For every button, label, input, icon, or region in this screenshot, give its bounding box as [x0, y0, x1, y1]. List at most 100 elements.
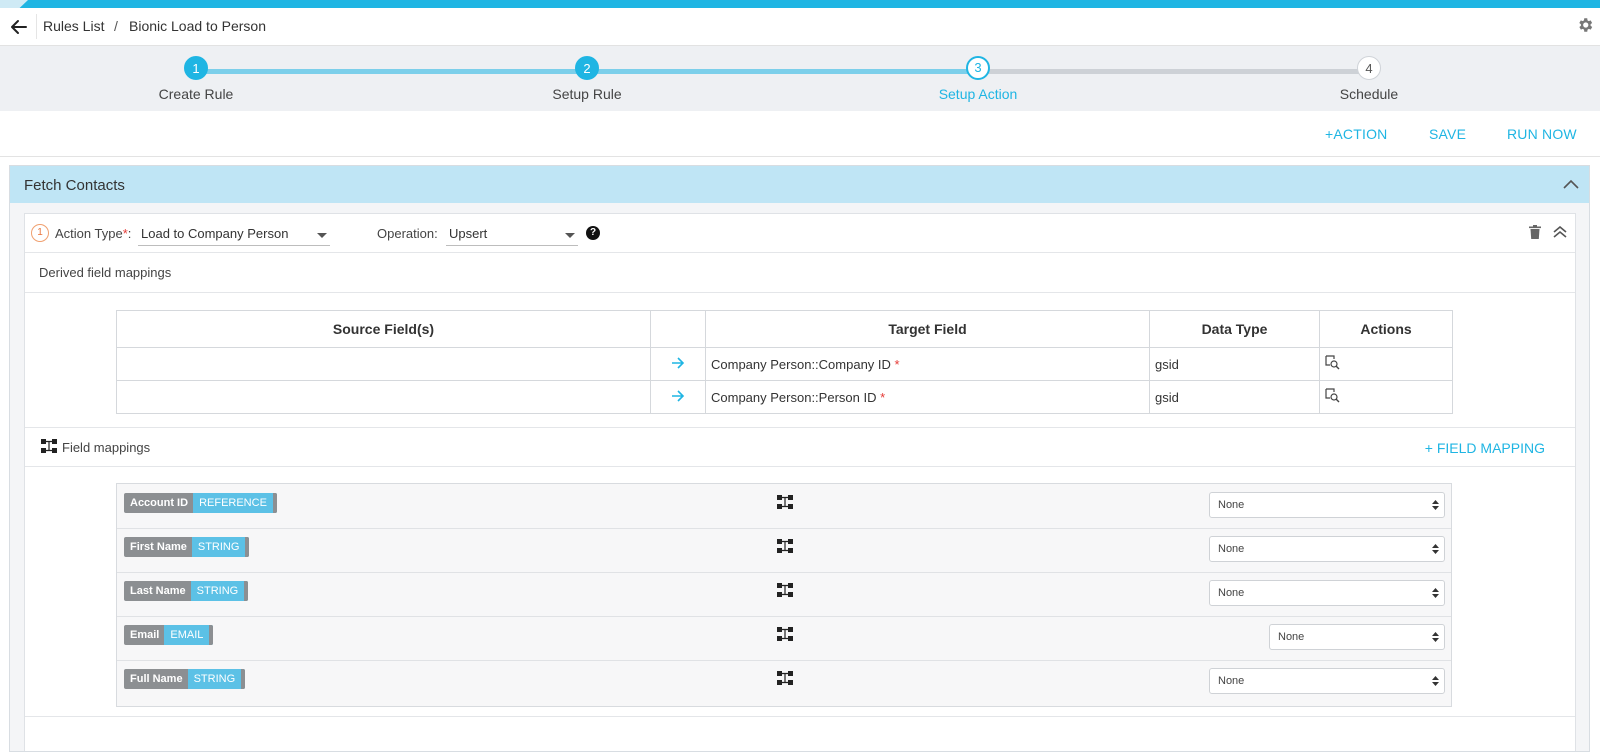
field-chip: Email EMAIL: [124, 625, 214, 645]
field-mapping-icon: [777, 671, 793, 685]
list-item: First Name STRING None: [117, 528, 1451, 573]
source-cell[interactable]: [116, 347, 651, 381]
updown-arrows-icon: [1432, 544, 1439, 554]
arrow-cell: [650, 380, 706, 414]
actions-cell: [1319, 347, 1453, 381]
double-chevron-up-icon[interactable]: [1553, 226, 1567, 238]
view-details-icon[interactable]: [1325, 388, 1340, 403]
updown-arrows-icon: [1432, 500, 1439, 510]
arrow-right-icon: [672, 356, 685, 369]
action-index-badge: 1: [31, 224, 49, 242]
breadcrumb-separator: /: [114, 18, 118, 34]
field-name: Account ID: [130, 497, 189, 509]
target-cell: Company Person::Person ID *: [705, 380, 1150, 414]
step-setup-action[interactable]: 3 Setup Action: [898, 56, 1058, 102]
operation-select[interactable]: Upsert: [446, 223, 578, 246]
field-name: First Name: [130, 541, 187, 553]
field-chip: First Name STRING: [124, 537, 250, 557]
target-field-select[interactable]: None: [1209, 492, 1445, 518]
wizard-stepper: 1 Create Rule 2 Setup Rule 3 Setup Actio…: [0, 46, 1600, 111]
table-row: Company Person::Person ID * gsid: [116, 380, 1453, 414]
crumb-divider: [36, 14, 37, 39]
add-field-mapping-button[interactable]: + FIELD MAPPING: [1425, 440, 1545, 456]
field-type: REFERENCE: [193, 493, 277, 513]
target-field-select[interactable]: None: [1209, 668, 1445, 694]
step-schedule[interactable]: 4 Schedule: [1289, 56, 1449, 102]
step-label: Create Rule: [158, 86, 234, 102]
field-type: EMAIL: [164, 625, 214, 645]
action-type-value: Load to Company Person: [141, 226, 289, 241]
updown-arrows-icon: [1432, 588, 1439, 598]
field-name: Email: [130, 629, 160, 641]
chevron-down-icon: [565, 233, 575, 238]
action-card: 1 Action Type*: Load to Company Person O…: [24, 213, 1576, 751]
data-type-cell: gsid: [1149, 380, 1320, 414]
table-row: Company Person::Company ID * gsid: [116, 347, 1453, 381]
field-mapping-icon: [777, 583, 793, 597]
step-create-rule[interactable]: 1 Create Rule: [116, 56, 276, 102]
step-number: 2: [575, 56, 599, 80]
divider: [25, 466, 1575, 467]
panel-header[interactable]: Fetch Contacts: [10, 166, 1589, 203]
save-button[interactable]: SAVE: [1429, 126, 1466, 142]
step-label: Setup Action: [938, 86, 1018, 102]
updown-arrows-icon: [1432, 632, 1439, 642]
list-item: Email EMAIL None: [117, 616, 1451, 661]
col-source-fields: Source Field(s): [116, 310, 651, 348]
field-type: STRING: [187, 669, 246, 689]
top-accent-strip: [0, 0, 1600, 8]
step-number: 1: [184, 56, 208, 80]
step-setup-rule[interactable]: 2 Setup Rule: [507, 56, 667, 102]
target-field-select[interactable]: None: [1209, 580, 1445, 606]
list-item: Last Name STRING None: [117, 572, 1451, 617]
operation-value: Upsert: [449, 226, 488, 241]
field-mappings-title: Field mappings: [62, 440, 151, 455]
col-target-field: Target Field: [705, 310, 1150, 348]
source-cell[interactable]: [116, 380, 651, 414]
list-item: Account ID REFERENCE None: [117, 484, 1451, 529]
top-strip-notch: [0, 0, 28, 8]
arrow-right-icon: [672, 389, 685, 402]
field-mapping-icon: [777, 495, 793, 509]
divider: [25, 427, 1575, 428]
action-type-label: Action Type*:: [55, 226, 132, 241]
back-arrow-icon[interactable]: [9, 17, 29, 37]
help-icon[interactable]: ?: [586, 226, 600, 240]
target-field-select[interactable]: None: [1209, 536, 1445, 562]
target-field-select[interactable]: None: [1269, 624, 1445, 650]
step-label: Schedule: [1339, 86, 1399, 102]
operation-label: Operation:: [377, 226, 438, 241]
field-chip: Full Name STRING: [124, 669, 246, 689]
divider: [25, 716, 1575, 717]
trash-icon[interactable]: [1529, 225, 1541, 239]
divider: [25, 292, 1575, 293]
selected-value: None: [1218, 675, 1245, 687]
actions-cell: [1319, 380, 1453, 414]
target-cell: Company Person::Company ID *: [705, 347, 1150, 381]
table-header-row: Source Field(s) Target Field Data Type A…: [116, 310, 1453, 348]
step-label: Setup Rule: [552, 86, 622, 102]
derived-mappings-table: Source Field(s) Target Field Data Type A…: [116, 310, 1453, 414]
field-name: Last Name: [130, 585, 186, 597]
gear-icon[interactable]: [1576, 16, 1594, 34]
selected-value: None: [1218, 587, 1245, 599]
action-type-select[interactable]: Load to Company Person: [138, 223, 330, 246]
breadcrumb-rules-list[interactable]: Rules List: [43, 18, 104, 34]
col-arrow: [650, 310, 706, 348]
col-data-type: Data Type: [1149, 310, 1320, 348]
field-chip: Account ID REFERENCE: [124, 493, 277, 513]
collapse-chevron-icon[interactable]: [1563, 178, 1579, 190]
chevron-down-icon: [317, 233, 327, 238]
data-type-cell: gsid: [1149, 347, 1320, 381]
col-actions: Actions: [1319, 310, 1453, 348]
field-name: Full Name: [130, 673, 183, 685]
selected-value: None: [1278, 631, 1305, 643]
panel-title: Fetch Contacts: [24, 177, 125, 194]
view-details-icon[interactable]: [1325, 355, 1340, 370]
add-action-button[interactable]: +ACTION: [1325, 126, 1387, 142]
derived-mappings-title: Derived field mappings: [39, 265, 172, 280]
run-now-button[interactable]: RUN NOW: [1507, 126, 1577, 142]
field-mapping-icon: [41, 439, 57, 453]
field-mappings-list: Account ID REFERENCE None First Name STRIN…: [116, 483, 1452, 707]
arrow-cell: [650, 347, 706, 381]
